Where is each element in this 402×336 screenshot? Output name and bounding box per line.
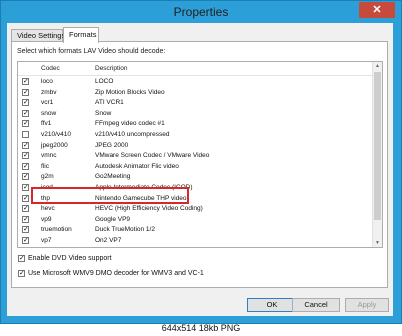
codec-name: vp9 [41,215,52,223]
codec-checkbox[interactable]: ✓ [22,162,29,170]
codec-checkbox[interactable]: ✓ [22,215,29,223]
codec-checkbox[interactable]: ✓ [22,120,29,128]
codec-name: snow [41,109,57,117]
codec-description: Autodesk Animator Flic video [95,162,179,170]
codec-description: On2 VP7 [95,237,122,244]
codec-checkbox[interactable]: ✓ [22,78,29,85]
codec-name: loco [41,78,53,85]
table-row[interactable]: ✓ truemotion Duck TrueMotion 1/2 [18,225,373,236]
wmv-checkbox[interactable]: ✓ [18,270,25,277]
codec-name: jpeg2000 [41,141,68,149]
table-row[interactable]: v210/v410 v210/v410 uncompressed [18,130,373,141]
codec-name: hevc [41,205,55,213]
codec-description: Nintendo Gamecube THP video [95,194,187,202]
properties-window: Properties ✕ Video Settings Formats Sele… [0,0,402,324]
codec-checkbox[interactable]: ✓ [22,152,29,160]
table-row[interactable]: ✓ thp Nintendo Gamecube THP video [18,194,373,205]
codec-name: flic [41,162,49,170]
codec-checkbox[interactable]: ✓ [22,194,29,202]
codec-description: Apple Intermediate Codec (ICOD) [95,184,193,191]
table-row[interactable]: ✓ vp9 Google VP9 [18,215,373,226]
table-row[interactable]: ✓ vcr1 ATI VCR1 [18,98,373,109]
table-row[interactable]: ✓ zmbv Zip Motion Blocks Video [18,88,373,99]
list-scrollbar[interactable]: ▲ ▼ [372,62,382,247]
codec-name: g2m [41,173,54,181]
list-header: Codec Description [18,62,373,76]
codec-name: ffv1 [41,120,52,128]
codec-description: Duck TrueMotion 1/2 [95,226,155,234]
codec-description: Snow [95,109,112,117]
codec-description: VMware Screen Codec / VMware Video [95,152,210,160]
table-row[interactable]: ✓ vmnc VMware Screen Codec / VMware Video [18,151,373,162]
dvd-checkbox[interactable]: ✓ [18,255,25,262]
codec-name: vp7 [41,237,52,244]
codec-description: Zip Motion Blocks Video [95,88,165,96]
instruction-text: Select which formats LAV Video should de… [17,48,166,55]
codec-list[interactable]: Codec Description ✓ loco LOCO ✓ zmbv Zip Moti… [17,61,383,248]
codec-description: FFmpeg video codec #1 [95,120,165,128]
codec-description: HEVC (High Efficiency Video Coding) [95,205,203,213]
table-row[interactable]: ✓ hevc HEVC (High Efficiency Video Coding) [18,204,373,215]
codec-name: truemotion [41,226,72,234]
codec-description: LOCO [95,78,114,85]
apply-button[interactable]: Apply [345,298,389,312]
formats-panel: Select which formats LAV Video should de… [11,41,388,288]
codec-description: JPEG 2000 [95,141,129,149]
codec-checkbox[interactable]: ✓ [22,141,29,149]
scroll-up-icon[interactable]: ▲ [373,62,382,70]
codec-name: vcr1 [41,99,54,107]
codec-checkbox[interactable]: ✓ [22,109,29,117]
codec-description: Google VP9 [95,215,131,223]
codec-checkbox[interactable] [22,131,29,138]
cancel-button[interactable]: Cancel [292,298,340,312]
column-header-description[interactable]: Description [95,65,128,72]
table-row[interactable]: ✓ snow Snow [18,109,373,120]
tab-formats[interactable]: Formats [63,27,99,43]
codec-checkbox[interactable]: ✓ [22,88,29,96]
table-row[interactable]: ✓ g2m Go2Meeting [18,172,373,183]
image-caption: 644x514 18kb PNG [161,323,241,333]
codec-checkbox[interactable]: ✓ [22,173,29,181]
table-row[interactable]: ✓ jpeg2000 JPEG 2000 [18,141,373,152]
table-row[interactable]: ✓ ffv1 FFmpeg video codec #1 [18,119,373,130]
codec-checkbox[interactable]: ✓ [22,184,29,191]
codec-name: v210/v410 [41,131,71,138]
dvd-label: Enable DVD Video support [28,255,112,262]
table-row[interactable]: ✓ vp7 On2 VP7 [18,236,373,247]
codec-checkbox[interactable]: ✓ [22,226,29,234]
codec-description: Go2Meeting [95,173,131,181]
table-row[interactable]: ✓ loco LOCO [18,77,373,88]
codec-checkbox[interactable]: ✓ [22,99,29,107]
tab-video-settings[interactable]: Video Settings [11,29,65,41]
scroll-thumb[interactable] [374,72,381,220]
wmv-label: Use Microsoft WMV9 DMO decoder for WMV3 … [28,270,204,277]
dialog-client: Video Settings Formats Select which form… [7,23,393,316]
codec-name: icod [41,184,53,191]
close-icon[interactable]: ✕ [359,2,395,18]
codec-description: v210/v410 uncompressed [95,131,170,138]
column-header-codec[interactable]: Codec [41,65,60,72]
ok-button[interactable]: OK [247,298,297,312]
title-bar[interactable]: Properties ✕ [1,1,401,23]
table-row[interactable]: ✓ icod Apple Intermediate Codec (ICOD) [18,183,373,194]
window-title: Properties [173,5,229,19]
codec-name: thp [41,194,51,202]
scroll-down-icon[interactable]: ▼ [373,239,382,247]
codec-checkbox[interactable]: ✓ [22,237,29,244]
codec-name: vmnc [41,152,57,160]
table-row[interactable]: ✓ flic Autodesk Animator Flic video [18,162,373,173]
codec-checkbox[interactable]: ✓ [22,205,29,213]
codec-description: ATI VCR1 [95,99,124,107]
codec-name: zmbv [41,88,57,96]
